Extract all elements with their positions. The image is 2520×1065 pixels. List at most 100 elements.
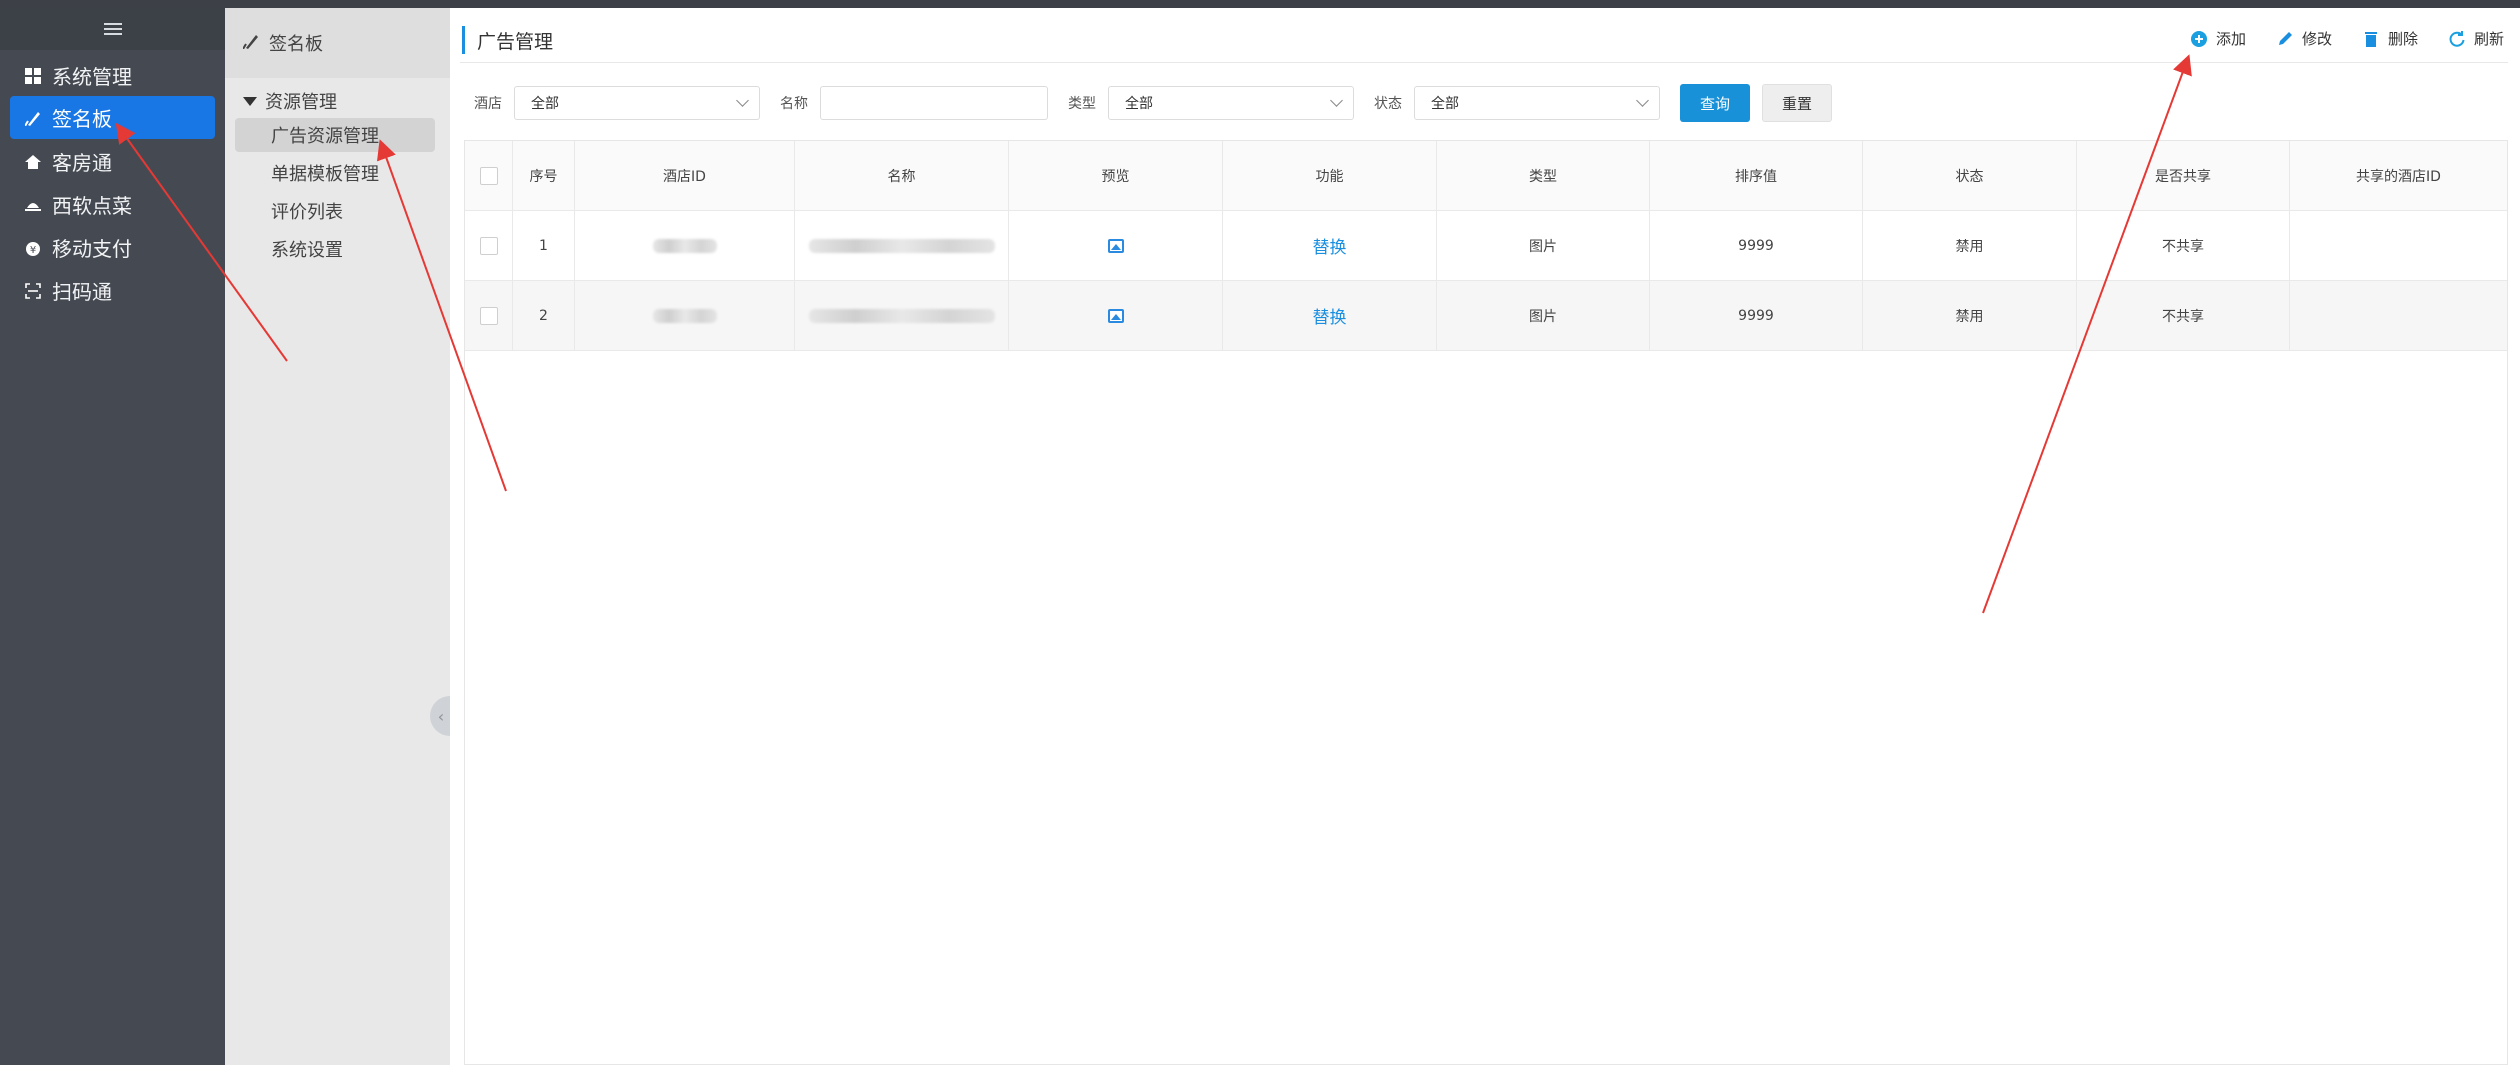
chevron-down-icon (1636, 94, 1649, 107)
refresh-icon (2448, 30, 2466, 48)
image-preview-icon[interactable] (1107, 238, 1124, 253)
row-select-cell (465, 281, 513, 350)
type-cell: 图片 (1437, 281, 1650, 350)
sidebar-item-dish[interactable]: 西软点菜 (10, 183, 215, 226)
column-header: 排序值 (1650, 141, 1863, 210)
scan-icon (24, 282, 42, 300)
select-all-cell (465, 141, 513, 210)
hamburger-icon (103, 23, 122, 35)
status-select[interactable]: 全部 (1414, 86, 1660, 120)
sort-cell: 9999 (1650, 211, 1863, 280)
preview-cell (1009, 211, 1223, 280)
sidebar-item-payment[interactable]: ¥ 移动支付 (10, 226, 215, 269)
refresh-button[interactable]: 刷新 (2448, 28, 2504, 49)
shared-cell: 不共享 (2077, 281, 2290, 350)
sidebar-item-label: 系统管理 (52, 65, 132, 89)
main-content: 广告管理 添加 修改 删除 刷新 酒店 全部 名称 类型 全部 状态 全部 查询… (450, 8, 2520, 1065)
tree-item-ad-resources[interactable]: 广告资源管理 (235, 118, 435, 152)
replace-link[interactable]: 替换 (1313, 303, 1347, 328)
tree-item-label: 评价列表 (271, 202, 343, 223)
sidebar-item-signpad[interactable]: 签名板 (10, 96, 215, 139)
status-select-value: 全部 (1431, 96, 1459, 112)
hotel-select-value: 全部 (531, 96, 559, 112)
add-label: 添加 (2215, 30, 2246, 48)
sidebar-item-room[interactable]: 客房通 (10, 140, 215, 183)
column-header: 是否共享 (2077, 141, 2290, 210)
edit-button[interactable]: 修改 (2276, 28, 2332, 49)
table-header-row: 序号 酒店ID 名称 预览 功能 类型 排序值 状态 是否共享 共享的酒店ID (465, 141, 2507, 211)
sidebar-item-label: 扫码通 (52, 280, 112, 304)
hotel-id-cell (575, 281, 795, 350)
table-row[interactable]: 2 替换 图片 9999 禁用 不共享 (465, 281, 2507, 351)
sidebar-item-scan[interactable]: 扫码通 (10, 269, 215, 312)
column-header: 状态 (1863, 141, 2077, 210)
plus-circle-icon (2190, 30, 2208, 48)
column-header: 预览 (1009, 141, 1223, 210)
add-button[interactable]: 添加 (2190, 28, 2246, 49)
sort-cell: 9999 (1650, 281, 1863, 350)
type-cell: 图片 (1437, 211, 1650, 280)
chevron-down-icon (736, 94, 749, 107)
chevron-left-icon: ‹ (437, 706, 445, 726)
edit-label: 修改 (2301, 30, 2332, 48)
function-cell: 替换 (1223, 281, 1437, 350)
toolbar: 添加 修改 删除 刷新 (2190, 28, 2504, 49)
shared-hotel-cell (2290, 281, 2507, 350)
tree-item-settings[interactable]: 系统设置 (235, 232, 435, 266)
header-divider (460, 62, 2508, 63)
sidebar-item-label: 签名板 (52, 107, 112, 131)
tree-group-resources[interactable]: 资源管理 (243, 88, 337, 114)
column-header: 功能 (1223, 141, 1437, 210)
type-select[interactable]: 全部 (1108, 86, 1354, 120)
delete-label: 删除 (2387, 30, 2418, 48)
delete-button[interactable]: 删除 (2362, 28, 2418, 49)
column-header: 序号 (513, 141, 575, 210)
tree-item-label: 单据模板管理 (271, 164, 379, 185)
tree-item-templates[interactable]: 单据模板管理 (235, 156, 435, 190)
row-checkbox[interactable] (479, 236, 498, 255)
sidebar-item-system[interactable]: 系统管理 (10, 54, 215, 97)
image-preview-icon[interactable] (1107, 308, 1124, 323)
pen-icon (24, 109, 42, 127)
top-bar (0, 0, 2520, 8)
table-row[interactable]: 1 替换 图片 9999 禁用 不共享 (465, 211, 2507, 281)
tree-item-reviews[interactable]: 评价列表 (235, 194, 435, 228)
row-checkbox[interactable] (479, 306, 498, 325)
sidebar-item-label: 西软点菜 (52, 194, 132, 218)
status-filter-label: 状态 (1374, 96, 1402, 112)
query-button[interactable]: 查询 (1680, 84, 1750, 122)
type-filter-label: 类型 (1068, 96, 1096, 112)
row-select-cell (465, 211, 513, 280)
preview-cell (1009, 281, 1223, 350)
replace-link[interactable]: 替换 (1313, 233, 1347, 258)
column-header: 类型 (1437, 141, 1650, 210)
reset-button[interactable]: 重置 (1762, 84, 1832, 122)
chevron-down-icon (1330, 94, 1343, 107)
select-all-checkbox[interactable] (479, 166, 498, 185)
page-title: 广告管理 (462, 26, 553, 54)
dish-icon (24, 196, 42, 214)
redacted-name (808, 238, 995, 253)
svg-text:¥: ¥ (30, 245, 36, 256)
name-input[interactable] (820, 86, 1048, 120)
ad-table: 序号 酒店ID 名称 预览 功能 类型 排序值 状态 是否共享 共享的酒店ID … (464, 140, 2508, 1065)
filter-bar: 酒店 全部 名称 类型 全部 状态 全部 查询 重置 (474, 84, 1832, 122)
redacted-hotel-id (652, 238, 717, 253)
pen-icon (242, 33, 259, 54)
sub-sidebar-header: 签名板 (225, 8, 450, 78)
name-cell (795, 281, 1009, 350)
tree-item-label: 系统设置 (271, 240, 343, 261)
shared-cell: 不共享 (2077, 211, 2290, 280)
column-header: 名称 (795, 141, 1009, 210)
hotel-id-cell (575, 211, 795, 280)
index-cell: 1 (513, 211, 575, 280)
redacted-hotel-id (652, 308, 717, 323)
payment-icon: ¥ (24, 239, 42, 257)
sub-sidebar-title: 签名板 (269, 34, 323, 55)
menu-toggle-button[interactable] (0, 8, 225, 50)
status-cell: 禁用 (1863, 211, 2077, 280)
name-cell (795, 211, 1009, 280)
tree-group-label: 资源管理 (265, 92, 337, 113)
redacted-name (808, 308, 995, 323)
hotel-select[interactable]: 全部 (514, 86, 760, 120)
